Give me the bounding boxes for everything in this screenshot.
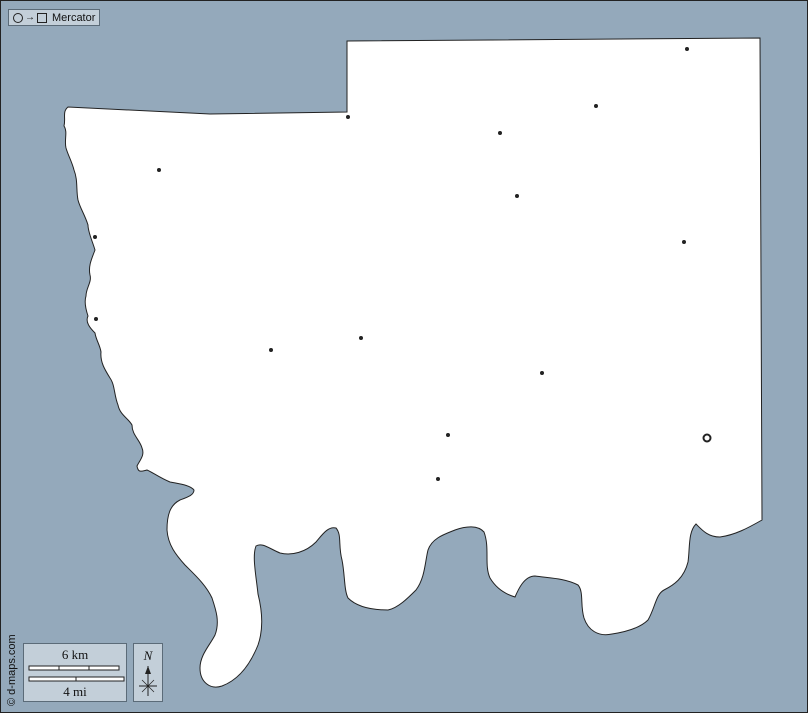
map: → Mercator 6 km 4 mi N © d-maps.com [0, 0, 808, 713]
compass-rose-icon [139, 666, 157, 696]
compass: N [133, 643, 163, 702]
town-dot [93, 235, 97, 239]
scale-bar: 6 km 4 mi [23, 643, 127, 702]
town-dot [359, 336, 363, 340]
town-dot [157, 168, 161, 172]
county-seat-marker [702, 433, 712, 443]
town-dot [269, 348, 273, 352]
town-dot [594, 104, 598, 108]
scale-km-bar [28, 665, 120, 671]
town-dot [685, 47, 689, 51]
town-dot [346, 115, 350, 119]
scale-mi-label: 4 mi [63, 684, 87, 699]
town-dot [436, 477, 440, 481]
square-icon [37, 12, 47, 23]
scale-mi-bar [28, 676, 125, 682]
town-dot [682, 240, 686, 244]
map-canvas [0, 0, 808, 713]
circle-icon [13, 12, 23, 23]
town-dot [540, 371, 544, 375]
town-dot [446, 433, 450, 437]
town-dot [94, 317, 98, 321]
town-dot [515, 194, 519, 198]
arrow-icon: → [25, 11, 35, 23]
town-dot [498, 131, 502, 135]
projection-label: Mercator [52, 11, 96, 24]
credit-text: © d-maps.com [6, 634, 18, 706]
projection-badge: → Mercator [8, 9, 101, 26]
